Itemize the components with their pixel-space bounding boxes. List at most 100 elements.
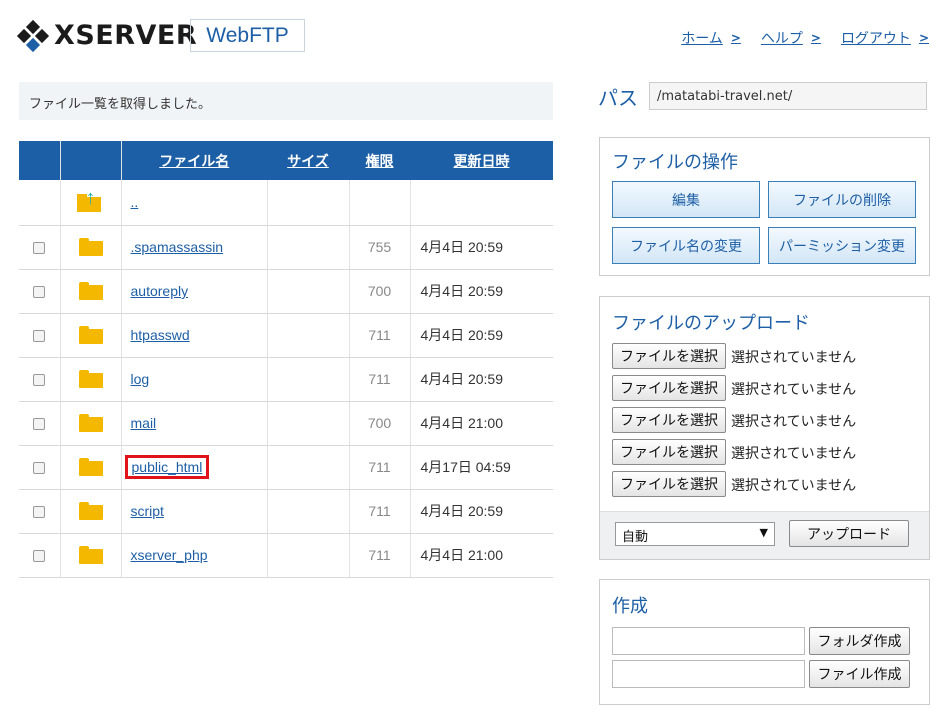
upload-button[interactable]: アップロード (789, 520, 909, 547)
choose-file-button-3[interactable]: ファイルを選択 (612, 407, 726, 433)
transfer-mode-select[interactable]: 自動 ▼ (615, 522, 775, 546)
row-checkbox[interactable] (33, 286, 46, 299)
size-cell (267, 401, 350, 446)
folder-icon[interactable] (78, 546, 103, 565)
folder-icon[interactable] (78, 282, 103, 301)
edit-button[interactable]: 編集 (612, 181, 760, 218)
nav-logout-link[interactable]: ログアウト > (841, 28, 929, 48)
folder-icon[interactable] (78, 458, 103, 477)
folder-icon[interactable] (78, 238, 103, 257)
xserver-logo: XSERVER (16, 19, 197, 52)
no-file-selected-2: 選択されていません (731, 382, 857, 398)
checkbox-cell (19, 313, 61, 358)
table-row-parent: ↑ .. (19, 180, 553, 226)
create-title: 作成 (612, 596, 648, 617)
nav-home-link[interactable]: ホーム > (681, 28, 741, 48)
chevron-right-icon: > (810, 31, 821, 45)
folder-icon[interactable] (78, 370, 103, 389)
row-checkbox[interactable] (33, 462, 46, 475)
folder-icon[interactable] (78, 414, 103, 433)
file-operations-title: ファイルの操作 (612, 152, 738, 173)
folder-icon[interactable] (78, 502, 103, 521)
rename-file-button[interactable]: ファイル名の変更 (612, 227, 760, 264)
change-permission-button[interactable]: パーミッション変更 (768, 227, 916, 264)
perm-cell: 700 (349, 401, 411, 446)
header-checkbox-col (19, 141, 61, 180)
delete-file-button[interactable]: ファイルの削除 (768, 181, 916, 218)
size-cell (267, 489, 350, 534)
path-input[interactable]: /matatabi-travel.net/ (649, 82, 927, 110)
file-link[interactable]: xserver_php (131, 547, 208, 563)
upload-controls-bar: 自動 ▼ アップロード (600, 511, 929, 559)
table-row: autoreply 700 4月4日 20:59 (19, 269, 553, 314)
file-link[interactable]: mail (131, 415, 157, 431)
parent-folder-icon[interactable]: ↑ (60, 180, 122, 226)
row-checkbox[interactable] (33, 506, 46, 519)
row-checkbox[interactable] (33, 418, 46, 431)
date-cell: 4月4日 21:00 (410, 533, 553, 578)
file-list-table: ファイル名 サイズ 権限 更新日時 ↑ .. .spamassassin 755… (19, 141, 553, 578)
checkbox-cell (19, 445, 61, 490)
empty-cell (19, 180, 61, 226)
row-checkbox[interactable] (33, 374, 46, 387)
file-link[interactable]: script (131, 503, 164, 519)
no-file-selected-4: 選択されていません (731, 446, 857, 462)
folder-up-icon: ↑ (76, 188, 105, 213)
sort-by-size[interactable]: サイズ (267, 141, 349, 180)
file-link[interactable]: log (131, 371, 150, 387)
size-cell (267, 533, 350, 578)
size-cell (267, 357, 350, 402)
name-cell: xserver_php (121, 533, 268, 578)
name-cell: script (121, 489, 268, 534)
size-cell (267, 180, 350, 226)
name-cell: .spamassassin (121, 225, 268, 270)
header-icon-col (60, 141, 122, 180)
size-cell (267, 269, 350, 314)
checkbox-cell (19, 489, 61, 534)
create-file-button[interactable]: ファイル作成 (809, 660, 910, 688)
logo-diamond-icon (16, 19, 50, 52)
choose-file-button-2[interactable]: ファイルを選択 (612, 375, 726, 401)
checkbox-cell (19, 401, 61, 446)
row-checkbox[interactable] (33, 242, 46, 255)
date-cell: 4月4日 20:59 (410, 489, 553, 534)
sort-by-permission[interactable]: 権限 (349, 141, 410, 180)
chevron-right-icon: > (730, 31, 741, 45)
create-folder-button[interactable]: フォルダ作成 (809, 627, 910, 655)
name-cell: .. (121, 180, 268, 226)
date-cell: 4月4日 20:59 (410, 269, 553, 314)
table-row: htpasswd 711 4月4日 20:59 (19, 313, 553, 358)
sort-by-date[interactable]: 更新日時 (410, 141, 553, 180)
row-checkbox[interactable] (33, 330, 46, 343)
checkbox-cell (19, 357, 61, 402)
icon-cell (60, 401, 122, 446)
file-link[interactable]: .spamassassin (131, 239, 224, 255)
dropdown-arrow-icon: ▼ (759, 526, 768, 539)
choose-file-button-1[interactable]: ファイルを選択 (612, 343, 726, 369)
choose-file-button-4[interactable]: ファイルを選択 (612, 439, 726, 465)
row-checkbox[interactable] (33, 550, 46, 563)
icon-cell (60, 533, 122, 578)
perm-cell: 711 (349, 533, 411, 578)
parent-dir-link[interactable]: .. (131, 194, 139, 210)
folder-icon[interactable] (78, 326, 103, 345)
checkbox-cell (19, 225, 61, 270)
file-link-public-html[interactable]: public_html (132, 459, 203, 475)
choose-file-button-5[interactable]: ファイルを選択 (612, 471, 726, 497)
file-link[interactable]: htpasswd (131, 327, 190, 343)
nav-help-link[interactable]: ヘルプ > (761, 28, 821, 48)
perm-cell: 711 (349, 445, 411, 490)
perm-cell: 711 (349, 357, 411, 402)
file-name-input[interactable] (612, 660, 805, 688)
icon-cell (60, 489, 122, 534)
transfer-mode-value: 自動 (622, 530, 649, 545)
nav-logout-label: ログアウト (840, 31, 911, 47)
sort-by-name[interactable]: ファイル名 (121, 141, 267, 180)
folder-name-input[interactable] (612, 627, 805, 655)
date-cell: 4月4日 21:00 (410, 401, 553, 446)
file-operations-panel: ファイルの操作 編集 ファイルの削除 ファイル名の変更 パーミッション変更 (599, 137, 930, 276)
file-link[interactable]: autoreply (131, 283, 189, 299)
path-label: パス (598, 86, 638, 110)
icon-cell (60, 269, 122, 314)
file-upload-title: ファイルのアップロード (612, 313, 810, 334)
